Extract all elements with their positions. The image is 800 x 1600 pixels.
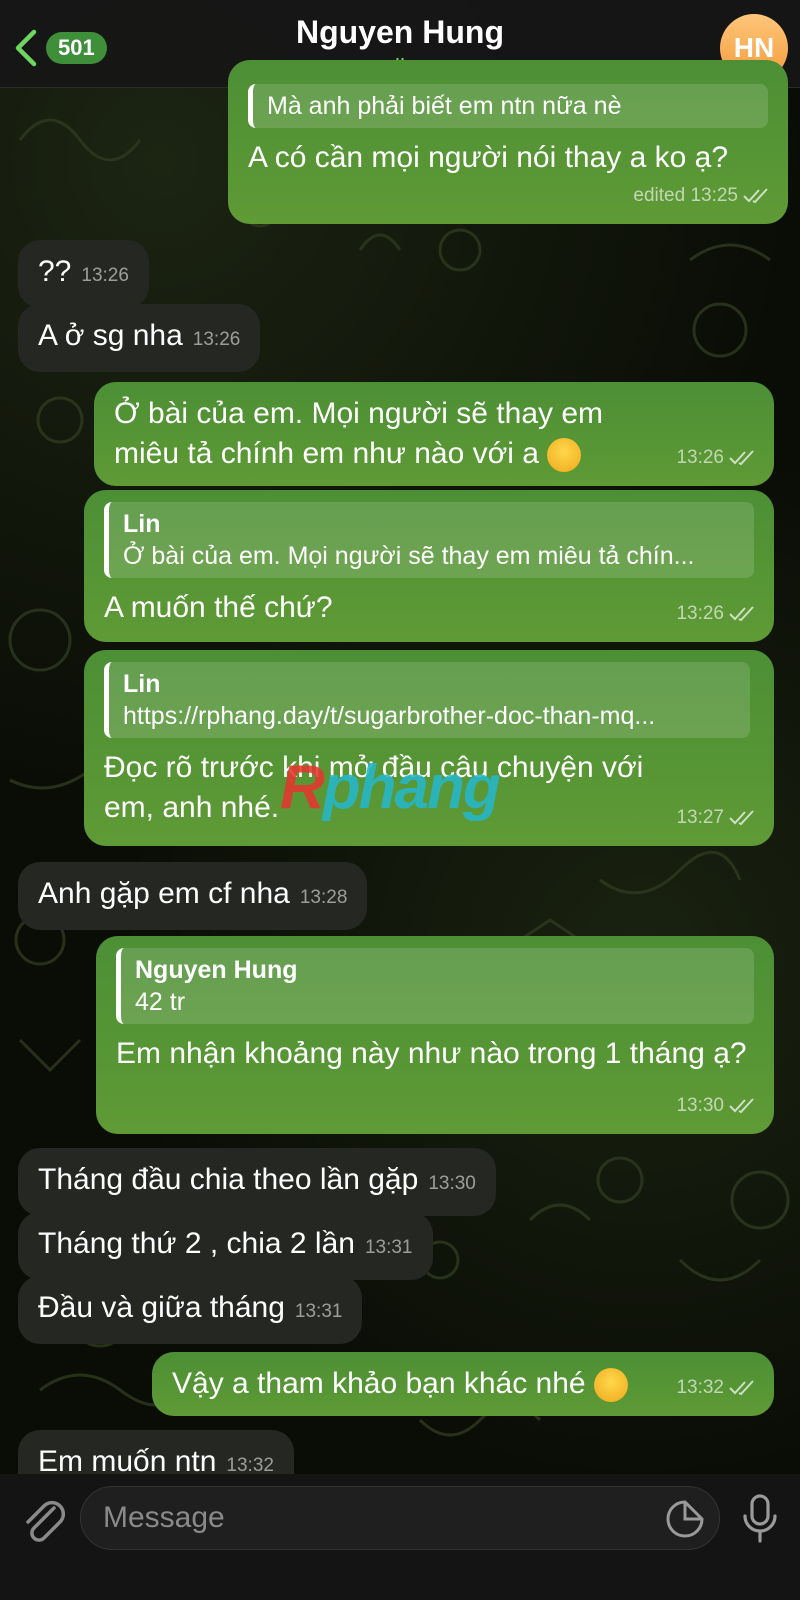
message-bubble-incoming[interactable]: Tháng thứ 2 , chia 2 lần 13:31 <box>18 1212 433 1280</box>
double-check-icon <box>729 450 754 466</box>
message-bubble-incoming[interactable]: Tháng đầu chia theo lần gặp 13:30 <box>18 1148 496 1216</box>
message-meta: 13:26 <box>676 594 756 634</box>
double-check-icon <box>729 606 754 622</box>
message-time: 13:31 <box>294 1301 343 1322</box>
message-time: 13:32 <box>226 1455 274 1476</box>
message-text: Tháng thứ 2 , chia 2 lần <box>38 1227 355 1260</box>
message-bubble-incoming[interactable]: ?? 13:26 <box>18 240 149 308</box>
watermark-logo: Rphang <box>280 753 501 822</box>
message-bubble-incoming[interactable]: Đầu và giữa tháng 13:31 <box>18 1276 363 1344</box>
paperclip-icon[interactable] <box>20 1494 66 1546</box>
message-time: 13:30 <box>428 1173 476 1194</box>
message-bubble-incoming[interactable]: A ở sg nha 13:26 <box>18 304 261 372</box>
reply-quote[interactable]: Lin Ở bài của em. Mọi người sẽ thay em m… <box>104 502 754 578</box>
message-time: 13:27 <box>676 807 724 828</box>
reply-text: Mà anh phải biết em ntn nữa nè <box>267 92 622 120</box>
double-check-icon <box>729 1380 754 1396</box>
reply-quote[interactable]: Nguyen Hung 42 tr <box>116 948 754 1024</box>
message-time: 13:32 <box>676 1377 724 1398</box>
reply-quote[interactable]: Mà anh phải biết em ntn nữa nè <box>248 84 768 128</box>
message-time: 13:26 <box>192 329 241 350</box>
message-meta: edited 13:25 <box>633 176 770 216</box>
message-time: 13:26 <box>676 447 724 468</box>
reply-quote[interactable]: Lin https://rphang.day/t/sugarbrother-do… <box>104 662 750 738</box>
double-check-icon <box>729 1098 754 1114</box>
message-time: 13:30 <box>676 1095 724 1116</box>
message-text: Vậy a tham khảo bạn khác nhé <box>172 1367 586 1400</box>
sticker-icon[interactable] <box>666 1500 704 1538</box>
contact-name[interactable]: Nguyen Hung <box>0 14 800 51</box>
message-meta: 13:26 <box>676 438 756 478</box>
microphone-icon[interactable] <box>740 1492 780 1544</box>
message-bubble-outgoing[interactable]: Nguyen Hung 42 tr Em nhận khoảng này như… <box>96 936 774 1134</box>
message-text: Em nhận khoảng này như nào trong 1 tháng… <box>116 1037 747 1070</box>
reply-author: Lin <box>123 670 161 698</box>
message-bubble-outgoing[interactable]: Ở bài của em. Mọi người sẽ thay em miêu … <box>94 382 774 486</box>
message-text: ?? <box>38 255 72 288</box>
message-text: Ở bài của em. Mọi người sẽ thay em miêu … <box>114 397 604 470</box>
reply-text: Ở bài của em. Mọi người sẽ thay em miêu … <box>123 542 695 570</box>
message-bubble-outgoing[interactable]: Vậy a tham khảo bạn khác nhé 13:32 <box>152 1352 774 1416</box>
message-bubble-outgoing[interactable]: Lin Ở bài của em. Mọi người sẽ thay em m… <box>84 490 774 642</box>
reply-author: Lin <box>123 510 161 538</box>
message-time: 13:26 <box>81 265 129 286</box>
message-meta: 13:30 <box>676 1086 756 1126</box>
reply-text: 42 tr <box>135 988 186 1016</box>
message-input[interactable] <box>80 1486 720 1550</box>
message-time: 13:31 <box>364 1237 413 1258</box>
message-text: A muốn thế chứ? <box>104 591 333 624</box>
message-time: 13:28 <box>299 887 348 908</box>
message-meta: 13:32 <box>676 1368 756 1408</box>
message-bubble-outgoing[interactable]: Mà anh phải biết em ntn nữa nè A có cần … <box>228 60 788 224</box>
double-check-icon <box>743 188 768 204</box>
message-composer <box>0 1474 800 1600</box>
message-text: A có cần mọi người nói thay a ko ạ? <box>248 141 729 174</box>
message-text: Đầu và giữa tháng <box>38 1291 285 1324</box>
message-bubble-incoming[interactable]: Anh gặp em cf nha 13:28 <box>18 862 368 930</box>
message-time: edited 13:25 <box>633 185 738 206</box>
message-meta: 13:27 <box>676 798 756 838</box>
reply-text: https://rphang.day/t/sugarbrother-doc-th… <box>123 702 656 730</box>
smiling-face-icon <box>593 1368 628 1403</box>
message-text: Tháng đầu chia theo lần gặp <box>38 1163 419 1196</box>
reply-author: Nguyen Hung <box>135 956 298 984</box>
message-time: 13:26 <box>676 603 724 624</box>
double-check-icon <box>729 810 754 826</box>
message-text: A ở sg nha <box>38 319 183 352</box>
message-text: Anh gặp em cf nha <box>38 877 290 910</box>
smiling-face-icon <box>547 438 582 473</box>
